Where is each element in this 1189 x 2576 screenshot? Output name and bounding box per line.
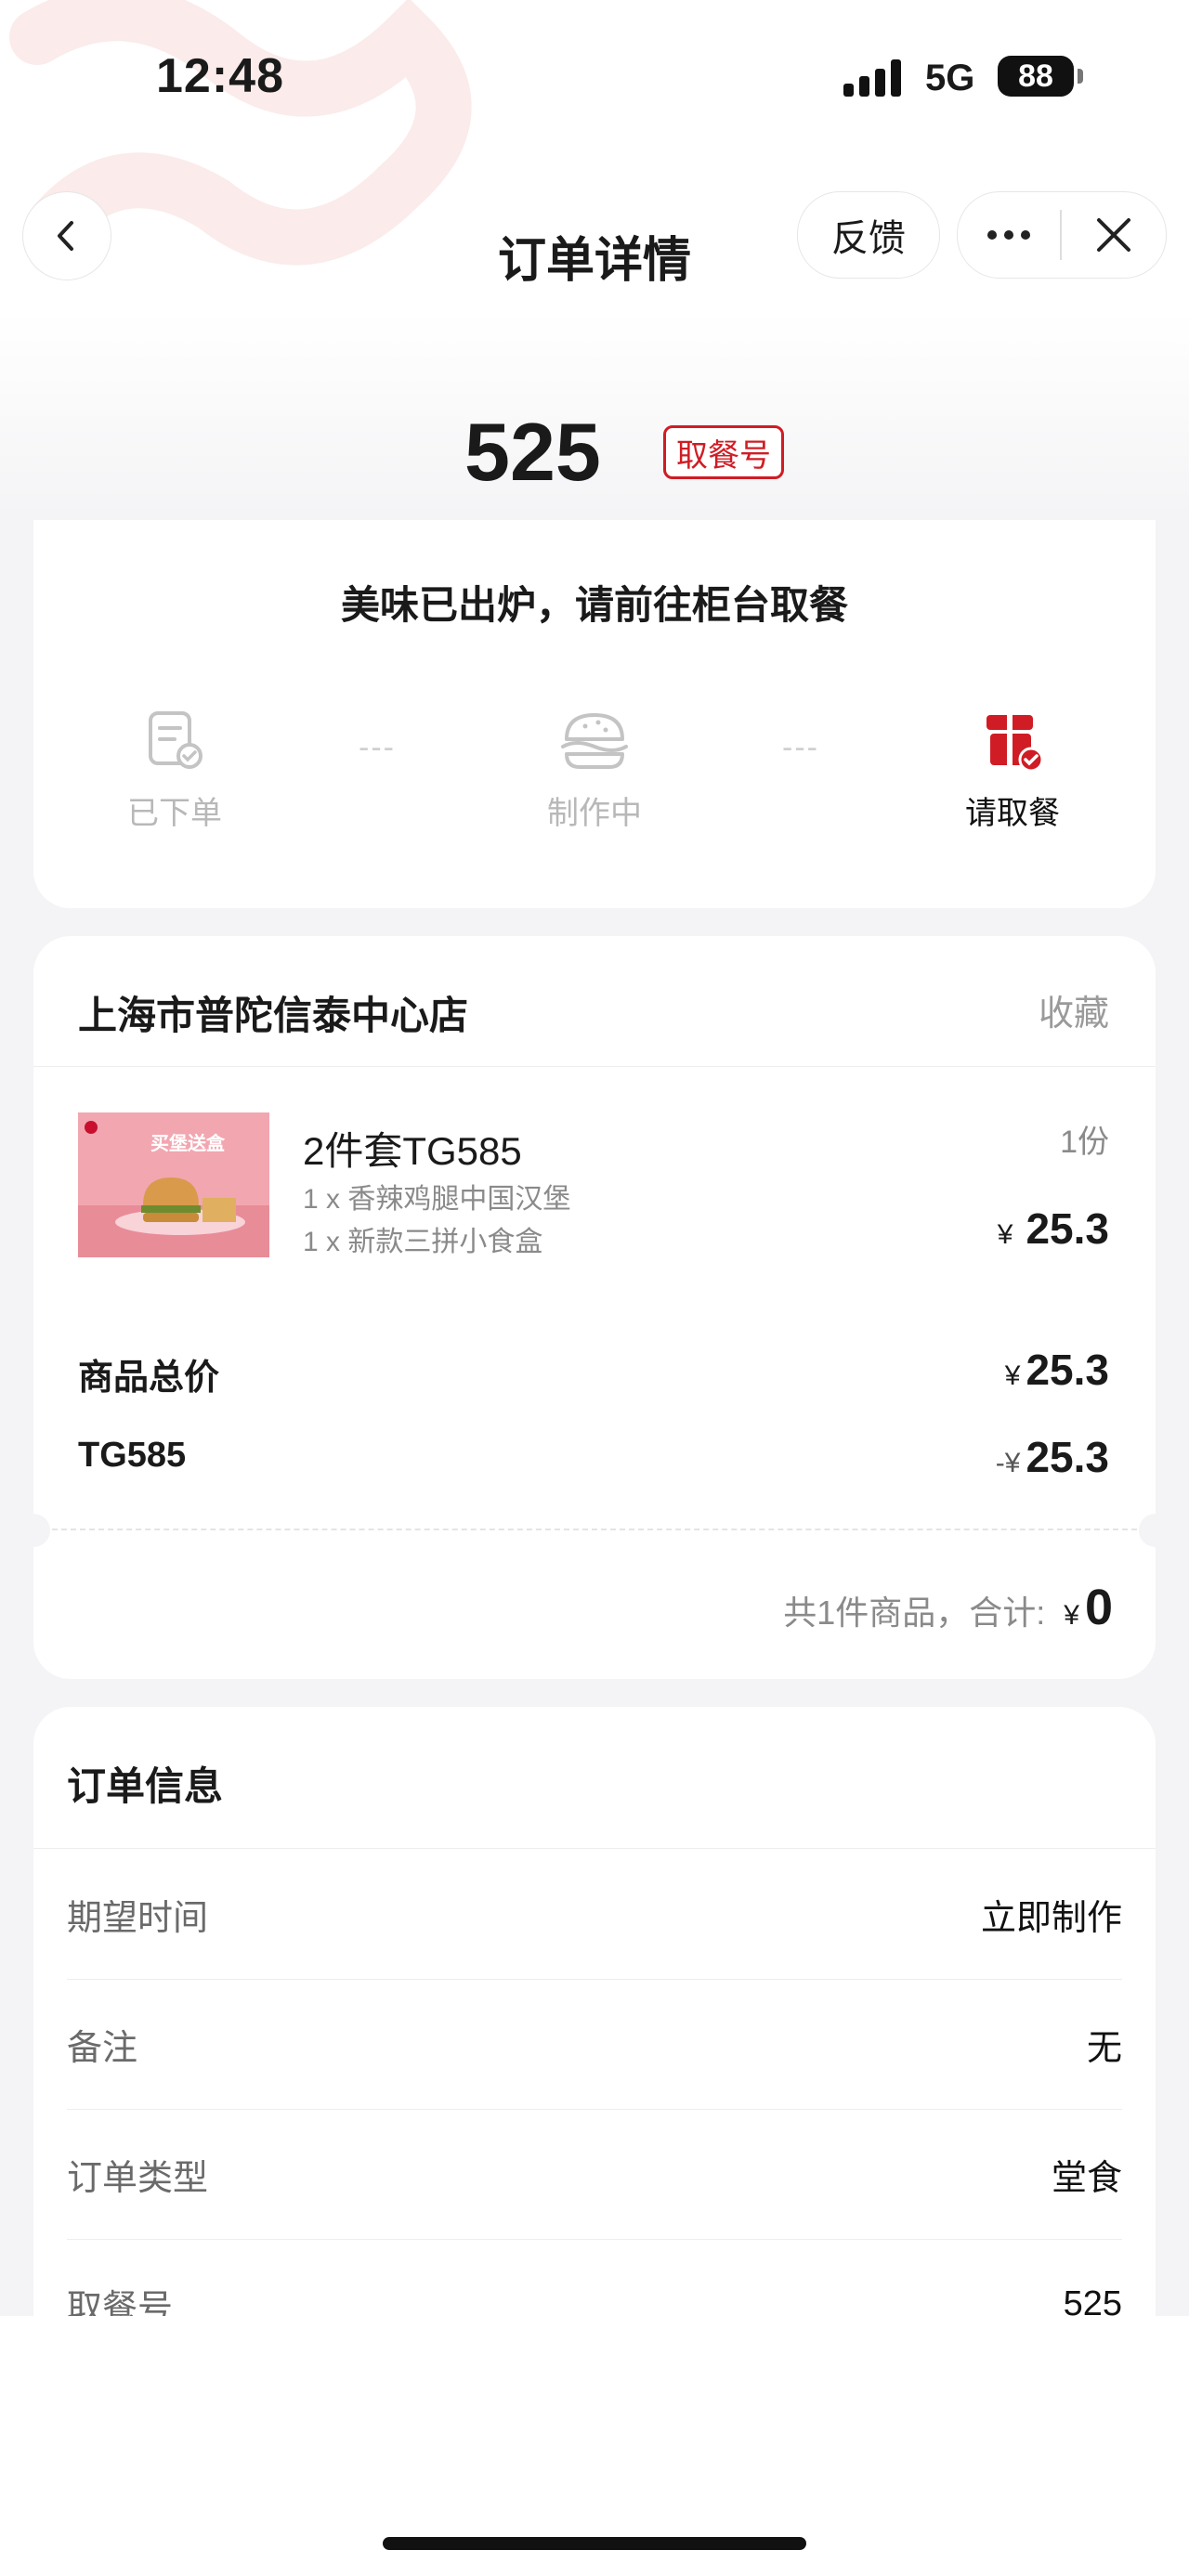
order-total: 共1件商品，合计: ¥ 0 [783, 1579, 1113, 1636]
step-ordered: 已下单 [82, 708, 268, 833]
status-message: 美味已出炉，请前往柜台取餐 [340, 583, 848, 627]
item-price-value: 25.3 [1026, 1204, 1109, 1253]
order-info-title: 订单信息 [67, 1764, 224, 1808]
close-button[interactable] [1062, 192, 1166, 278]
store-name[interactable]: 上海市普陀信泰中心店 [78, 984, 468, 1041]
subtotal-value: 25.3 [1026, 1346, 1109, 1394]
product-image: 买堡送盒 [78, 1112, 269, 1257]
info-value: 无 [1086, 2028, 1122, 2068]
info-value: 立即制作 [980, 1898, 1122, 1938]
item-line: 1 x 新款三拼小食盒 [303, 1227, 543, 1257]
mini-program-capsule [957, 191, 1167, 279]
item-price: ¥25.3 [998, 1203, 1109, 1254]
info-key: 订单类型 [67, 2158, 209, 2198]
ticket-notch [1139, 1514, 1172, 1547]
currency-symbol: ¥ [1064, 1600, 1079, 1631]
info-row-remark: 备注 无 [67, 1979, 1122, 2109]
status-time: 12:48 [156, 49, 284, 103]
info-key: 期望时间 [67, 1898, 209, 1938]
total-value: 0 [1084, 1580, 1113, 1635]
home-indicator[interactable] [383, 2537, 806, 2550]
step-separator: --- [359, 730, 396, 765]
network-type: 5G [925, 58, 975, 98]
subtotal-label: 商品总价 [78, 1359, 220, 1398]
currency-symbol: ¥ [1004, 1360, 1021, 1391]
item-quantity: 1份 [1060, 1125, 1109, 1160]
pickup-number: 525 [464, 406, 601, 498]
step-ready: 请取餐 [920, 708, 1105, 833]
item-title: 2件套TG585 [303, 1129, 522, 1173]
feedback-button[interactable]: 反馈 [797, 191, 940, 279]
subtotal-amount: ¥25.3 [1005, 1345, 1109, 1395]
more-button[interactable] [958, 192, 1060, 278]
order-receipt-icon [149, 711, 203, 769]
close-icon [1097, 218, 1130, 252]
burger-icon [561, 713, 628, 769]
step-separator: --- [782, 730, 819, 765]
pickup-number-badge: 取餐号 [663, 425, 784, 479]
gift-box-icon [986, 715, 1044, 773]
step-label: 制作中 [547, 796, 642, 831]
discount-prefix: -¥ [995, 1448, 1021, 1478]
step-label: 请取餐 [965, 796, 1060, 831]
order-items-card: 上海市普陀信泰中心店 收藏 买堡送盒 2件套TG585 1 x 香辣鸡腿中国汉堡… [17, 936, 1172, 1679]
info-row-expected-time: 期望时间 立即制作 [67, 1849, 1122, 1979]
step-preparing: 制作中 [502, 708, 687, 833]
battery-level: 88 [1018, 58, 1053, 94]
signal-icon [843, 59, 901, 97]
battery-icon: 88 [998, 56, 1074, 97]
currency-symbol: ¥ [997, 1219, 1013, 1250]
battery-tip [1078, 69, 1083, 84]
discount-label: TG585 [78, 1436, 187, 1475]
step-label: 已下单 [127, 796, 222, 831]
divider [33, 1066, 1156, 1067]
total-label: 共1件商品，合计: [783, 1594, 1046, 1632]
order-info-card: 订单信息 期望时间 立即制作 备注 无 订单类型 堂食 取餐号 525 [33, 1707, 1156, 2394]
dashed-divider [52, 1529, 1137, 1530]
item-line: 1 x 香辣鸡腿中国汉堡 [303, 1184, 571, 1215]
info-value: 堂食 [1051, 2158, 1122, 2198]
discount-amount: -¥ 25.3 [996, 1432, 1109, 1482]
product-image-text: 买堡送盒 [150, 1132, 226, 1154]
ticket-notch [17, 1514, 50, 1547]
info-row-order-type: 订单类型 堂食 [67, 2109, 1122, 2239]
info-key: 备注 [67, 2028, 138, 2068]
favorite-button[interactable]: 收藏 [1039, 984, 1109, 1035]
discount-value: 25.3 [1026, 1433, 1109, 1481]
